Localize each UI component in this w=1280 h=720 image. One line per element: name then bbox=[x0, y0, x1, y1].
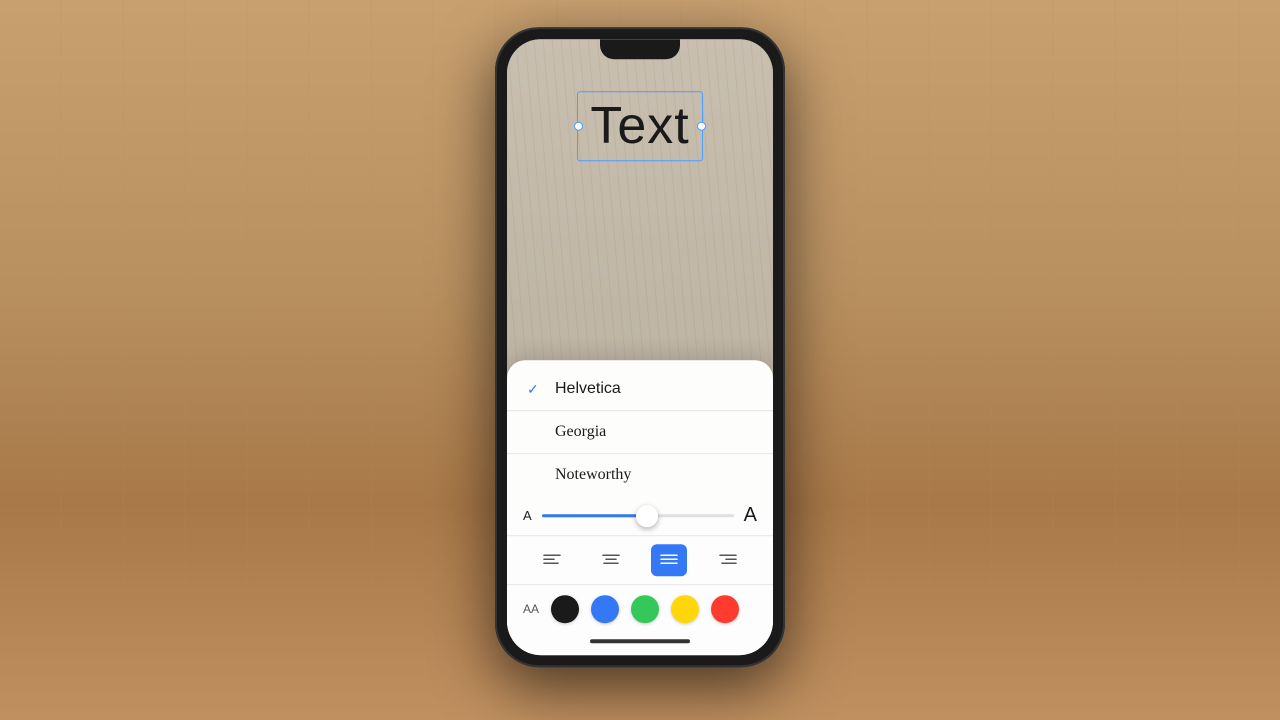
align-justify-icon bbox=[660, 551, 678, 569]
color-green[interactable] bbox=[631, 595, 659, 623]
scene: Text ✓ Helvetica ✓ Georgia bbox=[0, 0, 1280, 720]
align-justify-button[interactable] bbox=[651, 544, 687, 576]
size-slider-track[interactable] bbox=[542, 514, 734, 517]
font-picker-panel: ✓ Helvetica ✓ Georgia ✓ Noteworthy bbox=[507, 360, 773, 655]
color-yellow[interactable] bbox=[671, 595, 699, 623]
text-element[interactable]: Text bbox=[590, 97, 689, 155]
slider-thumb[interactable] bbox=[636, 505, 658, 527]
size-small-label: A bbox=[523, 508, 532, 523]
slider-fill bbox=[542, 514, 648, 517]
align-left-button[interactable] bbox=[534, 544, 570, 576]
home-indicator bbox=[590, 639, 690, 643]
canvas-area: Text bbox=[507, 51, 773, 360]
phone-screen: Text ✓ Helvetica ✓ Georgia bbox=[507, 39, 773, 655]
text-selection-box[interactable]: Text bbox=[577, 91, 702, 161]
font-name-georgia: Georgia bbox=[555, 423, 606, 441]
font-name-helvetica: Helvetica bbox=[555, 380, 621, 398]
color-red[interactable] bbox=[711, 595, 739, 623]
align-center-button[interactable] bbox=[593, 544, 629, 576]
align-left-icon bbox=[543, 551, 561, 569]
font-list: ✓ Helvetica ✓ Georgia ✓ Noteworthy bbox=[507, 360, 773, 496]
color-black[interactable] bbox=[551, 595, 579, 623]
checkmark-icon: ✓ bbox=[527, 381, 547, 398]
notch bbox=[600, 39, 680, 59]
status-bar bbox=[507, 39, 773, 51]
align-center-icon bbox=[602, 551, 620, 569]
font-item-noteworthy[interactable]: ✓ Noteworthy bbox=[507, 454, 773, 496]
font-item-georgia[interactable]: ✓ Georgia bbox=[507, 411, 773, 454]
align-right-button[interactable] bbox=[710, 544, 746, 576]
color-blue[interactable] bbox=[591, 595, 619, 623]
font-item-helvetica[interactable]: ✓ Helvetica bbox=[507, 368, 773, 411]
aa-label: AA bbox=[523, 602, 539, 616]
font-name-noteworthy: Noteworthy bbox=[555, 466, 631, 484]
phone: Text ✓ Helvetica ✓ Georgia bbox=[495, 27, 785, 667]
font-size-row: A A bbox=[507, 496, 773, 536]
alignment-row bbox=[507, 536, 773, 585]
align-right-icon bbox=[719, 551, 737, 569]
size-large-label: A bbox=[744, 504, 757, 527]
color-row: AA bbox=[507, 585, 773, 633]
